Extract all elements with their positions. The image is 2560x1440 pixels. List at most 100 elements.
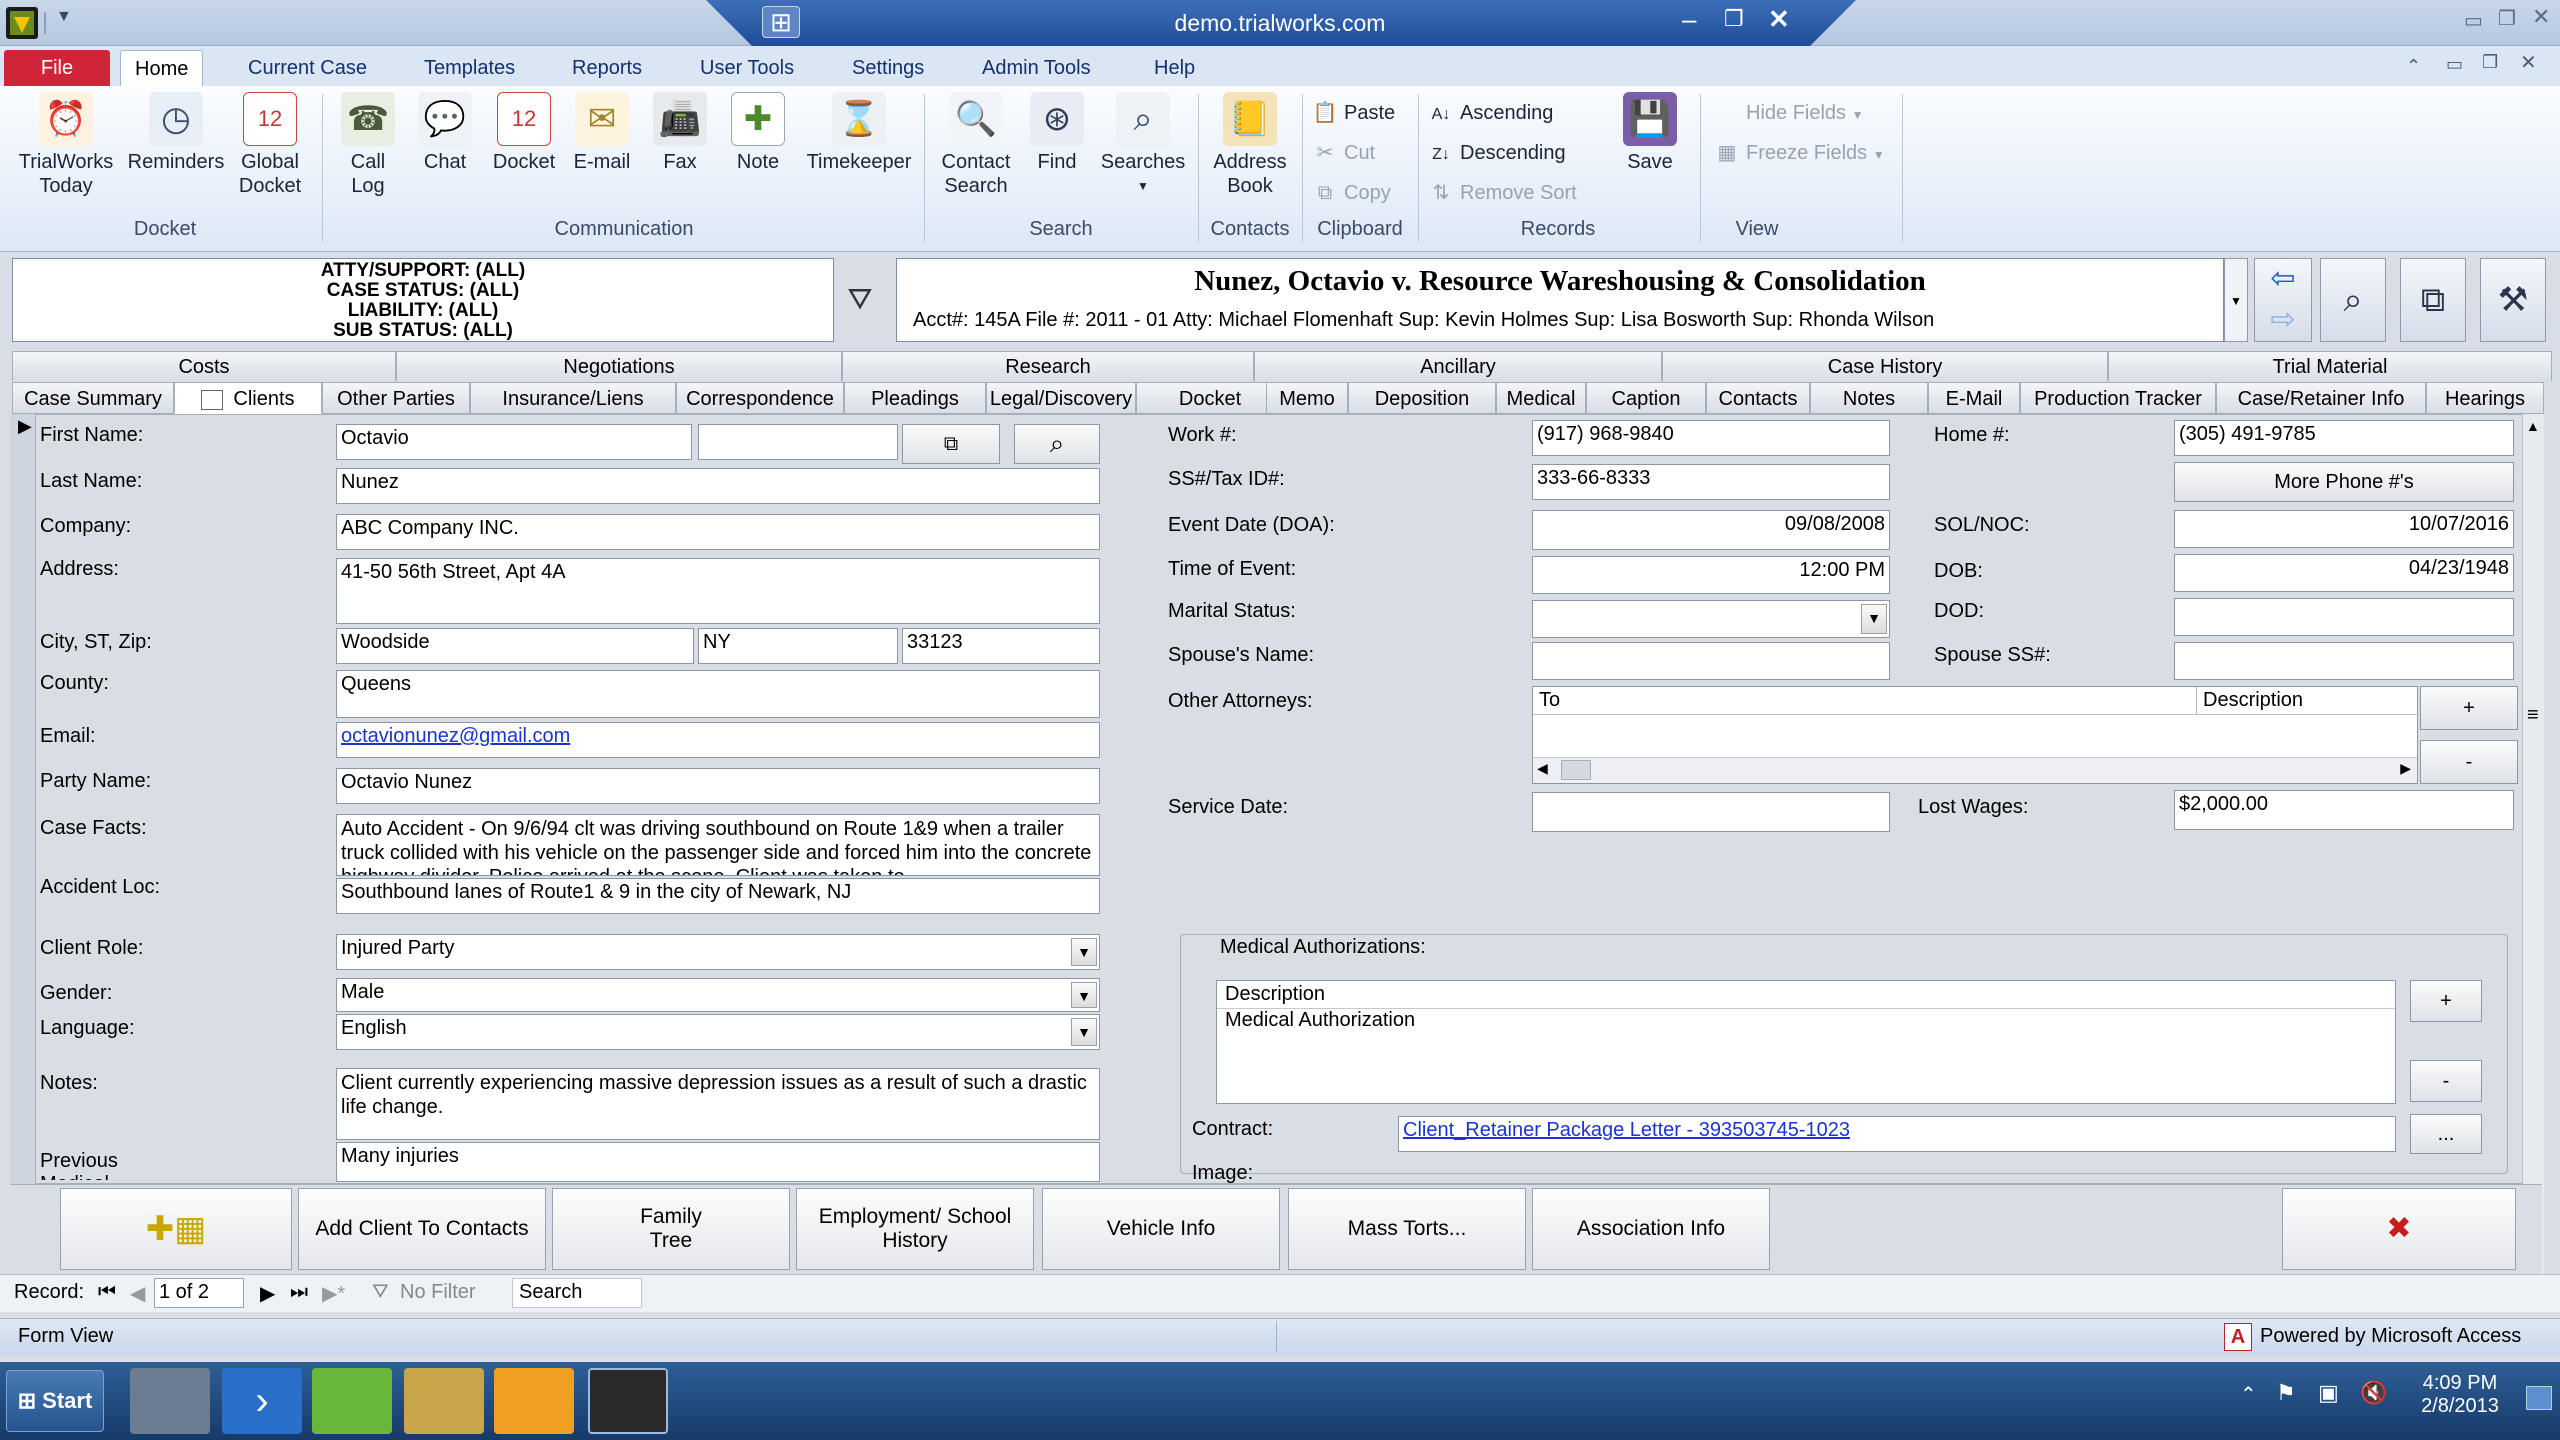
call-log-button[interactable]: ☎ Call Log [328, 92, 408, 198]
searches-button[interactable]: ⌕ Searches ▼ [1094, 92, 1192, 198]
taskbar-powershell-icon[interactable]: › [222, 1368, 302, 1434]
state-field[interactable]: NY [698, 628, 898, 664]
delete-record-button[interactable]: ✖ [2282, 1188, 2516, 1270]
tab-insurance-liens[interactable]: Insurance/Liens [470, 382, 676, 414]
dod-field[interactable] [2174, 598, 2514, 636]
minimize-icon[interactable]: – [1682, 4, 1696, 35]
docket-button[interactable]: 12 Docket [484, 92, 564, 174]
show-desktop-icon[interactable] [2526, 1386, 2552, 1410]
restore-icon[interactable]: ❐ [1724, 6, 1744, 32]
marital-status-select[interactable]: ▼ [1532, 600, 1890, 638]
chat-button[interactable]: 💬 Chat [408, 92, 482, 174]
add-client-to-contacts-button[interactable]: Add Client To Contacts [298, 1188, 546, 1270]
record-position-field[interactable]: 1 of 2 [154, 1278, 244, 1308]
doc-restore-icon[interactable]: ❐ [2482, 52, 2498, 73]
tab-negotiations[interactable]: Negotiations [396, 351, 842, 381]
trialworks-today-button[interactable]: ⏰ TrialWorks Today [14, 92, 118, 198]
app-close-icon[interactable]: ✕ [2532, 4, 2550, 30]
new-record-icon[interactable]: ▶* [322, 1281, 345, 1306]
association-info-button[interactable]: Association Info [1532, 1188, 1770, 1270]
filter-funnel-icon[interactable]: ⛛ [836, 262, 884, 338]
horizontal-scrollbar[interactable]: ◀ ▶ [1533, 757, 2417, 783]
last-record-icon[interactable]: ⏭ [290, 1281, 308, 1304]
contract-field[interactable]: Client_Retainer Package Letter - 3935037… [1398, 1116, 2396, 1152]
chevron-down-icon[interactable]: ▼ [1071, 982, 1097, 1008]
tray-expand-icon[interactable]: ⌃ [2240, 1382, 2257, 1407]
tab-help[interactable]: Help [1140, 50, 1209, 86]
add-medical-auth-button[interactable]: + [2410, 980, 2482, 1022]
tab-case-summary[interactable]: Case Summary [12, 382, 174, 414]
tab-memo[interactable]: Memo [1266, 382, 1348, 414]
taskbar-folder-icon[interactable] [404, 1368, 484, 1434]
dob-field[interactable]: 04/23/1948 [2174, 554, 2514, 592]
tray-clock[interactable]: 4:09 PM 2/8/2013 [2400, 1372, 2520, 1418]
email-button[interactable]: ✉ E-mail [566, 92, 638, 174]
next-record-icon[interactable]: ▶ [260, 1281, 275, 1306]
ssn-field[interactable]: 333-66-8333 [1532, 464, 1890, 500]
tab-contacts[interactable]: Contacts [1706, 382, 1810, 414]
home-phone-field[interactable]: (305) 491-9785 [2174, 420, 2514, 456]
company-field[interactable]: ABC Company INC. [336, 514, 1100, 550]
paste-button[interactable]: 📋 Paste [1312, 96, 1396, 130]
col-description-header[interactable]: Description [2197, 687, 2419, 715]
tab-case-retainer-info[interactable]: Case/Retainer Info [2216, 382, 2426, 414]
tray-network-icon[interactable]: ▣ [2318, 1380, 2339, 1406]
remove-attorney-button[interactable]: - [2420, 740, 2518, 784]
previous-medical-field[interactable]: Many injuries [336, 1142, 1100, 1182]
case-search-icon[interactable]: ⌕ [2320, 258, 2386, 342]
fax-button[interactable]: 📠 Fax [644, 92, 716, 174]
party-name-field[interactable]: Octavio Nunez [336, 768, 1100, 804]
tab-ancillary[interactable]: Ancillary [1254, 351, 1662, 381]
tab-legal-discovery[interactable]: Legal/Discovery [986, 382, 1136, 414]
cut-button[interactable]: ✂ Cut [1312, 136, 1376, 170]
tab-templates[interactable]: Templates [410, 50, 529, 86]
medical-auth-header[interactable]: Description [1217, 981, 2395, 1009]
previous-record-icon[interactable]: ◀ [130, 1281, 145, 1306]
tab-admin-tools[interactable]: Admin Tools [968, 50, 1105, 86]
no-filter-icon[interactable]: ⛛ [372, 1281, 389, 1304]
first-name-field[interactable]: Octavio [336, 424, 692, 460]
app-minimize-icon[interactable]: ▭ [2464, 8, 2483, 33]
scroll-left-icon[interactable]: ◀ [1537, 760, 1548, 777]
ribbon-collapse-icon[interactable]: ⌃ [2406, 56, 2421, 77]
service-date-field[interactable] [1532, 792, 1890, 832]
middle-name-field[interactable] [698, 424, 898, 460]
city-field[interactable]: Woodside [336, 628, 694, 664]
tab-correspondence[interactable]: Correspondence [676, 382, 844, 414]
zip-field[interactable]: 33123 [902, 628, 1100, 664]
contract-browse-button[interactable]: ... [2410, 1114, 2482, 1154]
case-dropdown-icon[interactable]: ▼ [2224, 258, 2248, 342]
family-tree-button[interactable]: Family Tree [552, 1188, 790, 1270]
tab-deposition[interactable]: Deposition [1348, 382, 1496, 414]
record-search-input[interactable]: Search [512, 1278, 642, 1308]
tab-file[interactable]: File [4, 50, 110, 86]
reminders-button[interactable]: ◷ Reminders [124, 92, 228, 174]
doc-minimize-icon[interactable]: ▭ [2446, 54, 2463, 75]
email-link[interactable]: octavionunez@gmail.com [341, 725, 570, 747]
first-record-icon[interactable]: ⏮ [98, 1281, 116, 1304]
event-date-field[interactable]: 09/08/2008 [1532, 510, 1890, 550]
more-phone-button[interactable]: More Phone #'s [2174, 462, 2514, 502]
note-button[interactable]: ✚ Note [722, 92, 794, 174]
tab-notes[interactable]: Notes [1810, 382, 1928, 414]
tab-research[interactable]: Research [842, 351, 1254, 381]
tab-trial-material[interactable]: Trial Material [2108, 351, 2552, 381]
lost-wages-field[interactable]: $2,000.00 [2174, 790, 2514, 830]
vertical-scrollbar[interactable]: ▲ ≡ ▼ [2522, 414, 2544, 1274]
chevron-down-icon[interactable]: ▼ [1071, 938, 1097, 966]
close-icon[interactable]: ✕ [1768, 4, 1790, 35]
case-copy-icon[interactable]: ⧉ [2400, 258, 2466, 342]
tab-caption[interactable]: Caption [1586, 382, 1706, 414]
copy-button[interactable]: ⧉ Copy [1312, 176, 1391, 210]
sort-ascending-button[interactable]: A↓ Ascending [1428, 96, 1554, 130]
scroll-grip-icon[interactable]: ≡ [2527, 704, 2539, 734]
record-selector[interactable] [10, 414, 36, 1184]
notes-field[interactable]: Client currently experiencing massive de… [336, 1068, 1100, 1140]
spouse-ss-field[interactable] [2174, 642, 2514, 680]
freeze-fields-button[interactable]: ▦ Freeze Fields ▼ [1714, 136, 1885, 170]
global-docket-button[interactable]: 12 Global Docket [228, 92, 312, 198]
time-of-event-field[interactable]: 12:00 PM [1532, 556, 1890, 594]
tab-current-case[interactable]: Current Case [234, 50, 381, 86]
chevron-down-icon[interactable]: ▼ [1071, 1018, 1097, 1046]
tab-hearings[interactable]: Hearings [2426, 382, 2544, 414]
